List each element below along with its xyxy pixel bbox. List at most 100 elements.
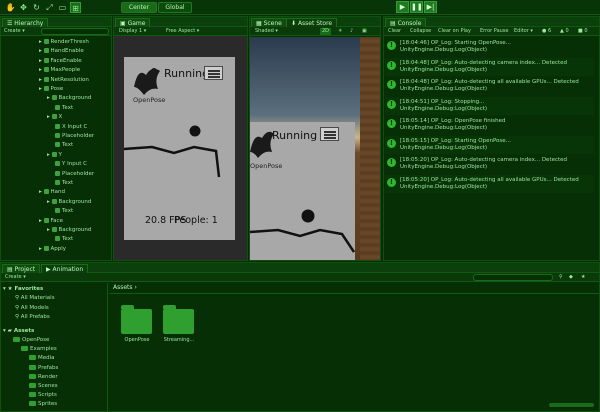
- play-button[interactable]: ▶: [396, 1, 409, 13]
- hierarchy-item[interactable]: Y Input C: [55, 160, 87, 168]
- console-error-pause-button[interactable]: Error Pause: [480, 28, 508, 35]
- rect-tool-icon[interactable]: ▭: [57, 2, 68, 13]
- console-log-entry[interactable]: ! [18:04:48] OP_Log: Auto-detecting all a…: [385, 77, 594, 95]
- expand-arrow-icon[interactable]: ▸: [39, 218, 44, 224]
- scene-shaded-dropdown[interactable]: Shaded ▾: [255, 28, 278, 35]
- hierarchy-item[interactable]: ▸ MaxPeople: [39, 66, 80, 74]
- expand-arrow-icon[interactable]: ▸: [39, 189, 44, 195]
- console-clear-on-play-button[interactable]: Clear on Play: [438, 28, 471, 35]
- hierarchy-item[interactable]: ▸ FaceEnable: [39, 57, 82, 65]
- project-filter-icon[interactable]: ⚲: [559, 274, 563, 281]
- expand-arrow-icon[interactable]: ▸: [39, 246, 44, 252]
- console-error-count[interactable]: ■ 0: [578, 28, 588, 35]
- game-display-dropdown[interactable]: Display 1 ▾: [119, 28, 146, 35]
- asset-folder-item[interactable]: Render: [29, 373, 58, 381]
- icon-size-slider[interactable]: [549, 403, 594, 407]
- assets-header[interactable]: ▾ ▰ Assets: [3, 327, 34, 335]
- console-log-entry[interactable]: ! [18:05:20] OP_Log: Auto-detecting all a…: [385, 174, 594, 193]
- console-warn-count[interactable]: ▲ 0: [560, 28, 569, 35]
- hierarchy-item[interactable]: ▸ Apply: [39, 245, 66, 253]
- hierarchy-item[interactable]: ▸ Hand: [39, 188, 65, 196]
- project-search-input[interactable]: [473, 274, 553, 281]
- expand-arrow-icon[interactable]: ▸: [39, 48, 44, 54]
- asset-folder-item[interactable]: OpenPose: [13, 336, 49, 344]
- hierarchy-item[interactable]: Text: [55, 141, 73, 149]
- tab-animation[interactable]: ▶ Animation: [41, 264, 89, 273]
- tab-scene[interactable]: ▦ Scene: [251, 18, 287, 27]
- pause-button[interactable]: ❚❚: [410, 1, 423, 13]
- asset-folder-item[interactable]: Examples: [21, 345, 57, 353]
- expand-arrow-icon[interactable]: ▸: [47, 199, 52, 205]
- expand-arrow-icon[interactable]: ▸: [47, 152, 52, 158]
- favorites-header[interactable]: ▾ ★ Favorites: [3, 285, 43, 293]
- asset-folder-item[interactable]: Scenes: [29, 382, 58, 390]
- expand-arrow-icon[interactable]: ▸: [39, 77, 44, 83]
- expand-arrow-icon[interactable]: ▸: [39, 39, 44, 45]
- console-log-entry[interactable]: ! [18:05:20] OP_Log: Auto-detecting camer…: [385, 155, 594, 173]
- hierarchy-item[interactable]: Text: [55, 179, 73, 187]
- hierarchy-item[interactable]: ▸ NetResolution: [39, 76, 89, 84]
- favorite-item[interactable]: ⚲ All Prefabs: [15, 313, 50, 321]
- hierarchy-item[interactable]: Placeholder: [55, 132, 94, 140]
- hierarchy-item[interactable]: ▸ RenderThresh: [39, 38, 89, 46]
- console-log-entry[interactable]: ! [18:05:15] OP_Log: Starting OpenPose...…: [385, 135, 594, 154]
- hierarchy-item[interactable]: Text: [55, 207, 73, 215]
- transform-tool-icon[interactable]: ⊞: [70, 2, 81, 13]
- asset-folder-item[interactable]: Media: [29, 354, 55, 362]
- folder-streaming-icon[interactable]: [163, 305, 194, 334]
- project-label-icon[interactable]: ◆: [569, 274, 573, 281]
- console-editor-dropdown[interactable]: Editor ▾: [514, 28, 533, 35]
- project-breadcrumb[interactable]: Assets ›: [113, 284, 137, 291]
- console-log-entry[interactable]: ! [18:05:14] OP_Log: OpenPose finished Uni…: [385, 116, 594, 134]
- hierarchy-item[interactable]: Placeholder: [55, 170, 94, 178]
- favorite-item[interactable]: ⚲ All Models: [15, 304, 49, 312]
- console-log-entry[interactable]: ! [18:04:48] OP_Log: Auto-detecting camer…: [385, 57, 594, 76]
- project-star-icon[interactable]: ★: [581, 274, 585, 281]
- console-clear-button[interactable]: Clear: [388, 28, 401, 35]
- favorite-item[interactable]: ⚲ All Materials: [15, 294, 55, 302]
- scene-audio-icon[interactable]: ♪: [350, 28, 353, 35]
- hierarchy-item[interactable]: Text: [55, 235, 73, 243]
- hierarchy-item[interactable]: ▸ Y: [47, 151, 62, 159]
- console-collapse-button[interactable]: Collapse: [410, 28, 431, 35]
- step-button[interactable]: ▶|: [424, 1, 437, 13]
- expand-arrow-icon[interactable]: ▸: [39, 58, 44, 64]
- tab-asset-store[interactable]: ⬇ Asset Store: [286, 18, 338, 27]
- asset-folder-item[interactable]: Sprites: [29, 400, 57, 408]
- folder-openpose-icon[interactable]: [121, 305, 152, 334]
- console-log-entry[interactable]: ! [18:04:46] OP_Log: Starting OpenPose...…: [385, 38, 594, 56]
- expand-arrow-icon[interactable]: ▸: [39, 67, 44, 73]
- hierarchy-item[interactable]: ▸ Background: [47, 198, 91, 206]
- scene-view[interactable]: Running OpenPose: [250, 37, 380, 260]
- move-tool-icon[interactable]: ✥: [18, 2, 29, 13]
- pivot-global-button[interactable]: Global: [158, 2, 192, 13]
- scale-tool-icon[interactable]: ⤢: [44, 2, 55, 13]
- pivot-center-button[interactable]: Center: [121, 2, 157, 13]
- rotate-tool-icon[interactable]: ↻: [31, 2, 42, 13]
- expand-arrow-icon[interactable]: ▸: [47, 227, 52, 233]
- console-log-entry[interactable]: ! [18:04:51] OP_Log: Stopping... UnityEngi…: [385, 96, 594, 115]
- console-info-count[interactable]: ● 6: [542, 28, 551, 35]
- expand-arrow-icon[interactable]: ▸: [47, 114, 52, 120]
- hierarchy-item[interactable]: ▸ HandEnable: [39, 47, 84, 55]
- tab-hierarchy[interactable]: ☰ Hierarchy: [2, 18, 49, 27]
- hierarchy-item[interactable]: ▸ Pose: [39, 85, 63, 93]
- hierarchy-item[interactable]: Text: [55, 104, 73, 112]
- scene-fx-icon[interactable]: ▣: [362, 28, 367, 35]
- expand-arrow-icon[interactable]: ▸: [47, 95, 52, 101]
- expand-arrow-icon[interactable]: ▸: [39, 86, 44, 92]
- tab-project[interactable]: ▤ Project: [2, 264, 41, 273]
- hierarchy-item[interactable]: ▸ Face: [39, 217, 63, 225]
- hierarchy-item[interactable]: ▸ Background: [47, 226, 91, 234]
- asset-folder-item[interactable]: Prefabs: [29, 364, 58, 372]
- game-aspect-dropdown[interactable]: Free Aspect ▾: [166, 28, 199, 35]
- hand-tool-icon[interactable]: ✋: [5, 2, 16, 13]
- hierarchy-item[interactable]: ▸ Background: [47, 94, 91, 102]
- asset-folder-item[interactable]: Scripts: [29, 391, 57, 399]
- scene-light-icon[interactable]: ☀: [338, 28, 342, 35]
- hierarchy-item[interactable]: X Input C: [55, 123, 87, 131]
- asset-folder-item[interactable]: Modules: [21, 410, 53, 411]
- tab-game[interactable]: ▣ Game: [115, 18, 151, 27]
- tab-console[interactable]: ▤ Console: [385, 18, 427, 27]
- scene-2d-toggle[interactable]: 2D: [320, 28, 332, 35]
